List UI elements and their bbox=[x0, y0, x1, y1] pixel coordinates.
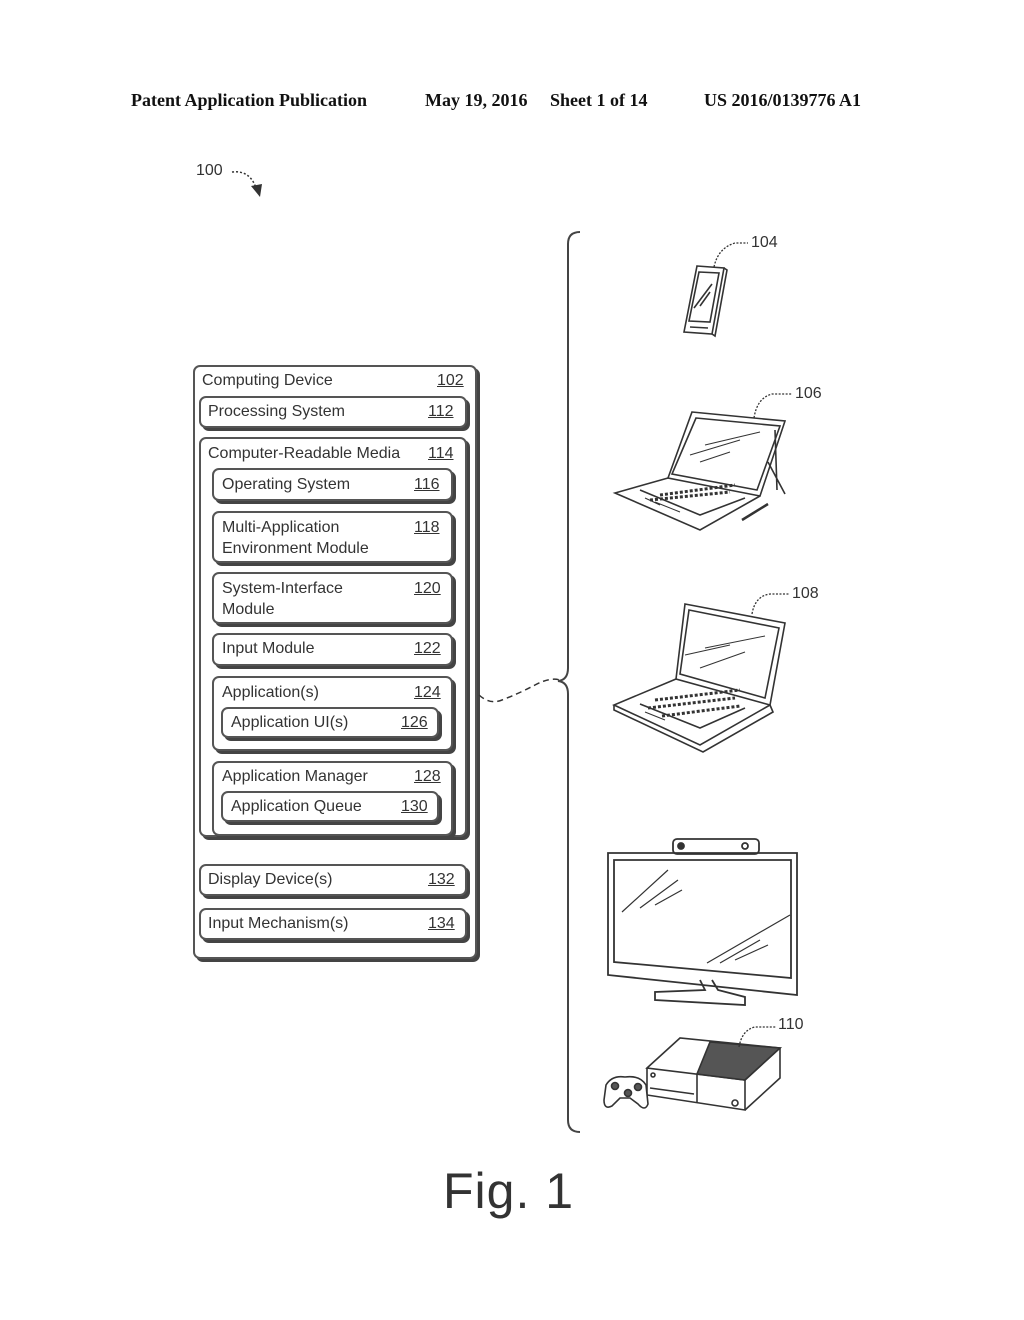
crm-label: Computer-Readable Media bbox=[208, 445, 401, 462]
input-mechanisms-ref: 134 bbox=[428, 915, 455, 932]
application-queue-ref: 130 bbox=[401, 798, 428, 815]
smartphone-ref: 104 bbox=[751, 234, 778, 251]
multi-app-env-module-ref: 118 bbox=[414, 519, 440, 536]
multi-app-env-module-label-line2: Environment Module bbox=[222, 540, 369, 557]
system-interface-module-label-line2: Module bbox=[222, 601, 275, 618]
system-interface-module-label-line1: System-Interface bbox=[222, 580, 343, 597]
tv-console-ref: 110 bbox=[778, 1016, 804, 1033]
patent-number: US 2016/0139776 A1 bbox=[704, 90, 862, 110]
application-ui-label: Application UI(s) bbox=[231, 714, 349, 731]
sheet-number: Sheet 1 of 14 bbox=[550, 90, 648, 110]
operating-system-label: Operating System bbox=[222, 476, 351, 493]
tablet-laptop-ref: 106 bbox=[795, 385, 822, 402]
processing-system-label: Processing System bbox=[208, 403, 345, 420]
publication-type: Patent Application Publication bbox=[131, 90, 368, 110]
device-brace bbox=[557, 231, 581, 1133]
figure-caption: Fig. 1 bbox=[443, 1163, 575, 1219]
input-module-ref: 122 bbox=[414, 640, 441, 657]
input-mechanisms-label: Input Mechanism(s) bbox=[208, 915, 349, 932]
applications-label: Application(s) bbox=[222, 684, 319, 701]
gaming-console-icon bbox=[603, 1026, 782, 1111]
computing-device-ref: 102 bbox=[437, 372, 464, 389]
processing-system-ref: 112 bbox=[428, 403, 454, 420]
display-devices-label: Display Device(s) bbox=[208, 871, 333, 888]
system-interface-module-ref: 120 bbox=[414, 580, 441, 597]
application-manager-label: Application Manager bbox=[222, 768, 368, 785]
operating-system-ref: 116 bbox=[414, 476, 440, 493]
application-ui-ref: 126 bbox=[401, 714, 428, 731]
input-module-label: Input Module bbox=[222, 640, 315, 657]
display-devices-ref: 132 bbox=[428, 871, 455, 888]
crm-ref: 114 bbox=[428, 445, 454, 462]
laptop-ref: 108 bbox=[792, 585, 819, 602]
publication-date: May 19, 2016 bbox=[425, 90, 528, 110]
application-manager-ref: 128 bbox=[414, 768, 441, 785]
application-queue-label: Application Queue bbox=[231, 798, 362, 815]
applications-ref: 124 bbox=[414, 684, 441, 701]
computing-device-label: Computing Device bbox=[202, 372, 333, 389]
system-ref-label: 100 bbox=[196, 162, 223, 179]
multi-app-env-module-label-line1: Multi-Application bbox=[222, 519, 340, 536]
dashed-connector bbox=[478, 678, 561, 703]
